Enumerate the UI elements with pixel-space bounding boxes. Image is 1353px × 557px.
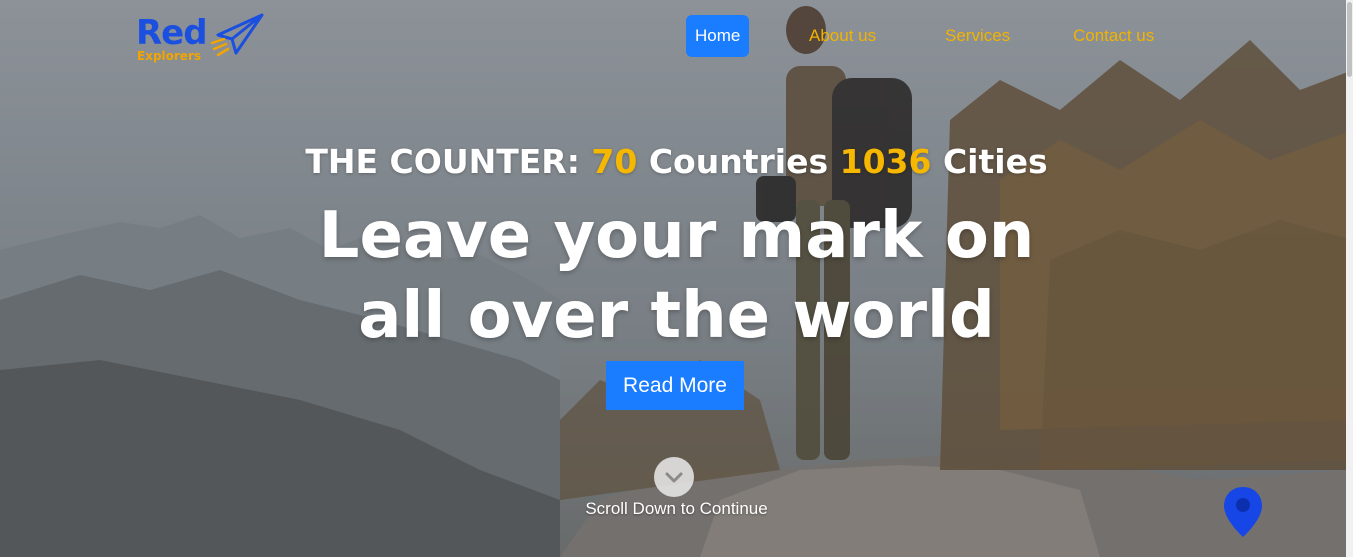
counter-prefix: THE COUNTER:: [305, 142, 580, 181]
page-scrollbar[interactable]: [1346, 0, 1353, 557]
nav-services[interactable]: Services: [945, 15, 1010, 57]
nav-contact-us[interactable]: Contact us: [1073, 15, 1154, 57]
scroll-down-text: Scroll Down to Continue: [585, 499, 768, 518]
cities-label: Cities: [942, 142, 1048, 181]
counter-line: THE COUNTER: 70 Countries 1036 Cities: [0, 140, 1353, 184]
site-logo[interactable]: Red Explorers: [136, 13, 266, 65]
cities-count: 1036: [839, 142, 932, 181]
hero-headline: Leave your mark on all over the world: [0, 196, 1353, 356]
logo-subtitle: Explorers: [137, 49, 202, 63]
scroll-down-button[interactable]: [654, 457, 694, 497]
map-pin-icon[interactable]: [1221, 485, 1265, 539]
headline-line-1: Leave your mark on: [318, 199, 1035, 273]
read-more-button[interactable]: Read More: [606, 361, 744, 410]
chevron-down-icon: [665, 472, 683, 483]
countries-label: Countries: [648, 142, 829, 181]
headline-line-2: all over the world: [358, 279, 995, 353]
scrollbar-thumb[interactable]: [1347, 2, 1352, 77]
paper-plane-icon: [210, 13, 264, 57]
nav-home[interactable]: Home: [686, 15, 750, 57]
countries-count: 70: [591, 142, 638, 181]
nav-about-us[interactable]: About us: [809, 15, 876, 57]
logo-title: Red: [136, 13, 208, 53]
